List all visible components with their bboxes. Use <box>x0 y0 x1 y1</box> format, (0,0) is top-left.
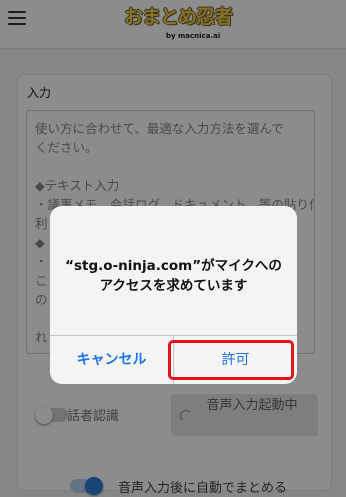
allow-button-highlight <box>168 340 294 380</box>
cancel-button[interactable]: キャンセル <box>50 336 173 384</box>
dialog-message: “stg.o-ninja.com”がマイクへのアクセスを求めています <box>65 258 282 294</box>
app-page: おまとめ忍者 by macnica.ai 入力 使い方に合わせて、最適な入力方法… <box>0 0 346 497</box>
